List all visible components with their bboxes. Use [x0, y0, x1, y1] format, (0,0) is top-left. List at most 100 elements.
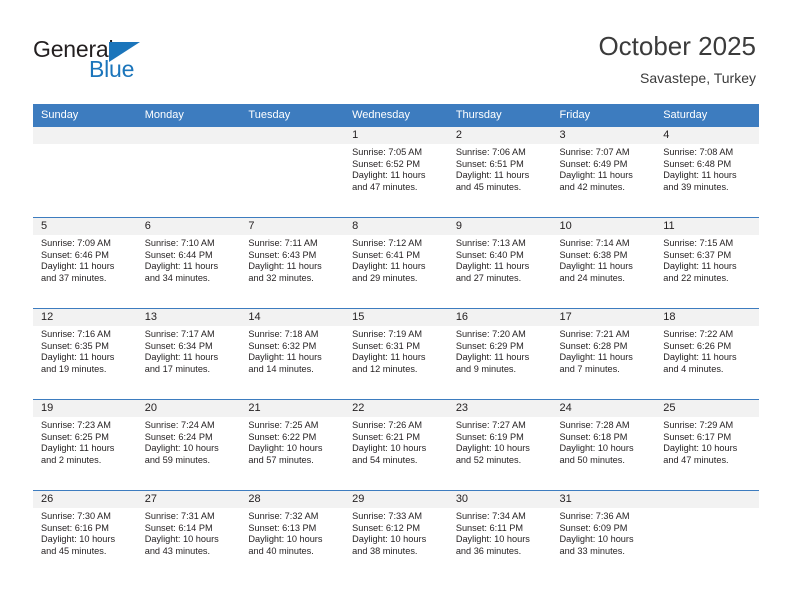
- daylight-duration-line1: Daylight: 11 hours: [559, 352, 633, 363]
- weekday-header-thursday: Thursday: [447, 104, 552, 127]
- daylight-duration-line1: Daylight: 11 hours: [248, 352, 322, 363]
- day-number: 14: [240, 309, 345, 326]
- day-number: [33, 127, 137, 144]
- daylight-duration-line1: Daylight: 10 hours: [144, 443, 219, 454]
- calendar-day-cell[interactable]: 6 Sunrise: 7:10 AM Sunset: 6:44 PM Daylight…: [136, 217, 241, 309]
- calendar-grid: Sunday Monday Tuesday Wednesday Thursday…: [33, 104, 759, 581]
- calendar-day-cell[interactable]: 5 Sunrise: 7:09 AM Sunset: 6:46 PM Daylight…: [33, 217, 137, 309]
- calendar-day-cell[interactable]: 31 Sunrise: 7:36 AM Sunset: 6:09 PM Dayligh…: [551, 490, 656, 581]
- sunset-time: Sunset: 6:22 PM: [248, 431, 317, 442]
- daylight-duration-line2: and 39 minutes.: [663, 181, 729, 192]
- calendar-day-cell[interactable]: 11 Sunrise: 7:15 AM Sunset: 6:37 PM Dayligh…: [655, 217, 759, 309]
- sunrise-time: Sunrise: 7:14 AM: [559, 238, 630, 248]
- calendar-day-cell[interactable]: 7 Sunrise: 7:11 AM Sunset: 6:43 PM Daylight…: [240, 217, 345, 309]
- day-details: Sunrise: 7:28 AM Sunset: 6:18 PM Daylight:…: [552, 417, 656, 466]
- calendar-day-cell[interactable]: 12 Sunrise: 7:16 AM Sunset: 6:35 PM Dayligh…: [33, 308, 137, 400]
- sunset-time: Sunset: 6:09 PM: [559, 522, 628, 533]
- calendar-cell-inner: 30 Sunrise: 7:34 AM Sunset: 6:11 PM Dayligh…: [447, 491, 552, 581]
- calendar-day-cell[interactable]: 17 Sunrise: 7:21 AM Sunset: 6:28 PM Dayligh…: [551, 308, 656, 400]
- sunset-time: Sunset: 6:40 PM: [455, 249, 524, 260]
- calendar-cell-inner: 23 Sunrise: 7:27 AM Sunset: 6:19 PM Dayligh…: [447, 400, 552, 490]
- day-number: 12: [33, 309, 137, 326]
- day-number: 24: [551, 400, 656, 417]
- calendar-cell-inner: 24 Sunrise: 7:28 AM Sunset: 6:18 PM Dayligh…: [551, 400, 656, 490]
- calendar-day-cell[interactable]: 16 Sunrise: 7:20 AM Sunset: 6:29 PM Dayligh…: [447, 308, 552, 400]
- day-number: 31: [551, 491, 656, 508]
- calendar-day-cell[interactable]: 9 Sunrise: 7:13 AM Sunset: 6:40 PM Daylight…: [447, 217, 552, 309]
- daylight-duration-line2: and 57 minutes.: [248, 454, 314, 465]
- day-details: Sunrise: 7:30 AM Sunset: 6:16 PM Daylight:…: [33, 508, 137, 557]
- calendar-cell-inner: [240, 127, 345, 217]
- sunrise-time: Sunrise: 7:18 AM: [248, 329, 319, 339]
- sunrise-time: Sunrise: 7:30 AM: [41, 511, 111, 521]
- day-number: 11: [655, 218, 759, 235]
- calendar-day-cell[interactable]: 26 Sunrise: 7:30 AM Sunset: 6:16 PM Dayligh…: [33, 490, 137, 581]
- calendar-day-cell[interactable]: 15 Sunrise: 7:19 AM Sunset: 6:31 PM Dayligh…: [344, 308, 448, 400]
- sunset-time: Sunset: 6:35 PM: [41, 340, 109, 351]
- daylight-duration-line2: and 40 minutes.: [248, 545, 314, 556]
- day-number: 6: [136, 218, 241, 235]
- calendar-week-row: 12 Sunrise: 7:16 AM Sunset: 6:35 PM Dayligh…: [33, 308, 759, 400]
- sunset-time: Sunset: 6:38 PM: [559, 249, 628, 260]
- day-details: Sunrise: 7:23 AM Sunset: 6:25 PM Daylight:…: [33, 417, 137, 466]
- sunrise-time: Sunrise: 7:28 AM: [559, 420, 630, 430]
- calendar-cell-inner: 29 Sunrise: 7:33 AM Sunset: 6:12 PM Dayligh…: [344, 491, 448, 581]
- daylight-duration-line2: and 32 minutes.: [248, 272, 314, 283]
- day-number: 2: [447, 127, 552, 144]
- calendar-day-cell[interactable]: 21 Sunrise: 7:25 AM Sunset: 6:22 PM Dayligh…: [240, 399, 345, 491]
- sunset-time: Sunset: 6:29 PM: [455, 340, 524, 351]
- sunset-time: Sunset: 6:24 PM: [144, 431, 213, 442]
- sunrise-time: Sunrise: 7:19 AM: [352, 329, 423, 339]
- sunrise-time: Sunrise: 7:33 AM: [352, 511, 423, 521]
- daylight-duration-line2: and 34 minutes.: [144, 272, 211, 283]
- sunset-time: Sunset: 6:26 PM: [663, 340, 732, 351]
- calendar-cell-inner: 9 Sunrise: 7:13 AM Sunset: 6:40 PM Daylight…: [447, 218, 552, 308]
- day-number: 18: [655, 309, 759, 326]
- calendar-day-cell[interactable]: 1 Sunrise: 7:05 AM Sunset: 6:52 PM Daylight…: [344, 126, 448, 218]
- calendar-day-cell[interactable]: 28 Sunrise: 7:32 AM Sunset: 6:13 PM Dayligh…: [240, 490, 345, 581]
- daylight-duration-line2: and 47 minutes.: [663, 454, 729, 465]
- calendar-day-cell[interactable]: 18 Sunrise: 7:22 AM Sunset: 6:26 PM Dayligh…: [655, 308, 759, 400]
- daylight-duration-line1: Daylight: 11 hours: [248, 261, 322, 272]
- calendar-cell-inner: 10 Sunrise: 7:14 AM Sunset: 6:38 PM Dayligh…: [551, 218, 656, 308]
- calendar-day-cell[interactable]: 20 Sunrise: 7:24 AM Sunset: 6:24 PM Dayligh…: [136, 399, 241, 491]
- calendar-cell-empty: [655, 490, 759, 581]
- calendar-week-row: 5 Sunrise: 7:09 AM Sunset: 6:46 PM Daylight…: [33, 217, 759, 309]
- daylight-duration-line1: Daylight: 10 hours: [248, 443, 323, 454]
- calendar-day-cell[interactable]: 30 Sunrise: 7:34 AM Sunset: 6:11 PM Dayligh…: [447, 490, 552, 581]
- calendar-day-cell[interactable]: 8 Sunrise: 7:12 AM Sunset: 6:41 PM Daylight…: [344, 217, 448, 309]
- day-details: Sunrise: 7:16 AM Sunset: 6:35 PM Daylight:…: [33, 326, 137, 375]
- calendar-day-cell[interactable]: 3 Sunrise: 7:07 AM Sunset: 6:49 PM Daylight…: [551, 126, 656, 218]
- daylight-duration-line1: Daylight: 11 hours: [41, 352, 115, 363]
- calendar-day-cell[interactable]: 23 Sunrise: 7:27 AM Sunset: 6:19 PM Dayligh…: [447, 399, 552, 491]
- weekday-header-saturday: Saturday: [655, 104, 759, 127]
- calendar-day-cell[interactable]: 14 Sunrise: 7:18 AM Sunset: 6:32 PM Dayligh…: [240, 308, 345, 400]
- calendar-day-cell[interactable]: 29 Sunrise: 7:33 AM Sunset: 6:12 PM Dayligh…: [344, 490, 448, 581]
- day-number: 26: [33, 491, 137, 508]
- daylight-duration-line2: and 27 minutes.: [455, 272, 522, 283]
- calendar-day-cell[interactable]: 2 Sunrise: 7:06 AM Sunset: 6:51 PM Daylight…: [447, 126, 552, 218]
- daylight-duration-line1: Daylight: 11 hours: [455, 352, 530, 363]
- general-blue-logo[interactable]: General Blue: [33, 36, 193, 86]
- daylight-duration-line2: and 59 minutes.: [144, 454, 211, 465]
- calendar-day-cell[interactable]: 25 Sunrise: 7:29 AM Sunset: 6:17 PM Dayligh…: [655, 399, 759, 491]
- calendar-day-cell[interactable]: 4 Sunrise: 7:08 AM Sunset: 6:48 PM Daylight…: [655, 126, 759, 218]
- calendar-day-cell[interactable]: 27 Sunrise: 7:31 AM Sunset: 6:14 PM Dayligh…: [136, 490, 241, 581]
- calendar-day-cell[interactable]: 10 Sunrise: 7:14 AM Sunset: 6:38 PM Dayligh…: [551, 217, 656, 309]
- calendar-day-cell[interactable]: 24 Sunrise: 7:28 AM Sunset: 6:18 PM Dayligh…: [551, 399, 656, 491]
- daylight-duration-line2: and 17 minutes.: [144, 363, 211, 374]
- day-details: Sunrise: 7:09 AM Sunset: 6:46 PM Daylight:…: [33, 235, 137, 284]
- calendar-day-cell[interactable]: 19 Sunrise: 7:23 AM Sunset: 6:25 PM Dayligh…: [33, 399, 137, 491]
- calendar-day-cell[interactable]: 22 Sunrise: 7:26 AM Sunset: 6:21 PM Dayligh…: [344, 399, 448, 491]
- day-number: 10: [551, 218, 656, 235]
- page-title: October 2025: [598, 31, 756, 61]
- calendar-cell-inner: 15 Sunrise: 7:19 AM Sunset: 6:31 PM Dayligh…: [344, 309, 448, 399]
- weekday-header-tuesday: Tuesday: [240, 104, 345, 127]
- day-number: 27: [136, 491, 241, 508]
- sunrise-time: Sunrise: 7:36 AM: [559, 511, 630, 521]
- day-number: 19: [33, 400, 137, 417]
- day-details: Sunrise: 7:26 AM Sunset: 6:21 PM Daylight:…: [344, 417, 448, 466]
- calendar-day-cell[interactable]: 13 Sunrise: 7:17 AM Sunset: 6:34 PM Dayligh…: [136, 308, 241, 400]
- day-details: Sunrise: 7:21 AM Sunset: 6:28 PM Daylight:…: [552, 326, 656, 375]
- daylight-duration-line1: Daylight: 10 hours: [455, 443, 530, 454]
